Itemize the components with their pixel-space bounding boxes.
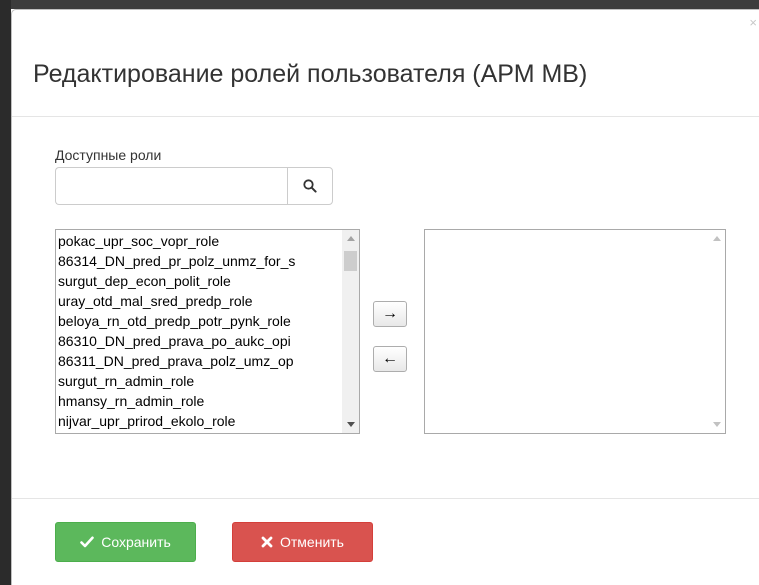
scroll-up-arrow-icon[interactable] — [347, 236, 355, 241]
role-search-group — [55, 167, 333, 205]
backdrop-top — [0, 0, 759, 9]
dialog-title: Редактирование ролей пользователя (АРМ М… — [33, 60, 588, 88]
cancel-button-label: Отменить — [280, 534, 344, 550]
available-roles-items: pokac_upr_soc_vopr_role 86314_DN_pred_pr_… — [56, 231, 338, 431]
search-button[interactable] — [287, 167, 333, 205]
dialog-footer — [12, 498, 759, 499]
list-item[interactable]: surgut_rn_admin_role — [56, 371, 338, 391]
save-button[interactable]: Сохранить — [55, 522, 196, 562]
list-item[interactable]: 86310_DN_pred_prava_po_aukc_opi — [56, 331, 338, 351]
backdrop-left — [0, 0, 11, 585]
list-item[interactable]: surgut_dep_econ_polit_role — [56, 271, 338, 291]
available-roles-scrollbar[interactable] — [342, 230, 359, 433]
check-icon — [80, 536, 95, 548]
list-item[interactable]: nijvar_upr_prirod_ekolo_role — [56, 411, 338, 431]
role-search-input[interactable] — [55, 167, 287, 205]
assigned-roles-list[interactable] — [424, 229, 726, 434]
scroll-thumb[interactable] — [344, 251, 357, 271]
list-item[interactable]: beloya_rn_otd_predp_potr_pynk_role — [56, 311, 338, 331]
scroll-up-arrow-icon[interactable] — [713, 236, 721, 241]
scroll-down-arrow-icon[interactable] — [713, 422, 721, 427]
dialog-header: Редактирование ролей пользователя (АРМ М… — [12, 10, 759, 117]
remove-role-button[interactable]: ← — [373, 346, 407, 372]
cancel-button[interactable]: Отменить — [232, 522, 373, 562]
list-item[interactable]: 86314_DN_pred_pr_polz_unmz_for_s — [56, 251, 338, 271]
list-item[interactable]: pokac_upr_soc_vopr_role — [56, 231, 338, 251]
list-item[interactable]: 86311_DN_pred_prava_polz_umz_op — [56, 351, 338, 371]
search-icon — [303, 179, 317, 193]
save-button-label: Сохранить — [101, 534, 171, 550]
assigned-roles-scrollbar[interactable] — [708, 230, 725, 433]
list-item[interactable]: uray_otd_mal_sred_predp_role — [56, 291, 338, 311]
list-item[interactable]: hmansy_rn_admin_role — [56, 391, 338, 411]
add-role-button[interactable]: → — [373, 301, 407, 327]
available-roles-list[interactable]: pokac_upr_soc_vopr_role 86314_DN_pred_pr_… — [55, 229, 360, 434]
scroll-down-arrow-icon[interactable] — [347, 422, 355, 427]
x-icon — [261, 536, 273, 548]
available-roles-label: Доступные роли — [55, 147, 162, 163]
role-edit-dialog: × Редактирование ролей пользователя (АРМ… — [11, 9, 759, 585]
